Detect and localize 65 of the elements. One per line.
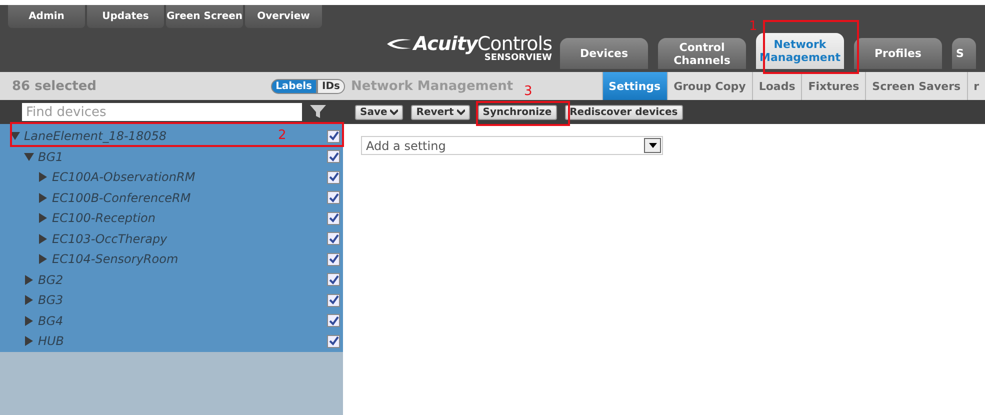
section-title: Network Management [351, 78, 514, 94]
filter-icon[interactable] [310, 105, 326, 119]
checkbox[interactable] [327, 252, 340, 266]
sub-tab[interactable]: Settings [602, 72, 667, 100]
top-nav-tab[interactable]: Admin [8, 5, 85, 28]
expand-arrow-icon[interactable] [38, 234, 48, 244]
top-nav-tab[interactable]: Updates [87, 5, 164, 28]
sub-tab[interactable]: Loads [752, 72, 802, 100]
search-field[interactable]: Find devices [22, 103, 302, 121]
tree-item[interactable]: EC100-Reception [52, 211, 156, 226]
main-tab[interactable]: Control Channels [658, 38, 746, 69]
expand-arrow-icon[interactable] [38, 192, 48, 203]
checkbox[interactable] [327, 232, 340, 246]
expand-arrow-icon[interactable] [38, 172, 48, 182]
expand-arrow-icon[interactable] [24, 152, 34, 162]
checkbox[interactable] [327, 314, 340, 328]
sub-tab[interactable]: Group Copy [666, 72, 752, 100]
checkbox[interactable] [327, 212, 340, 225]
main-tab[interactable]: Devices [560, 38, 648, 69]
tree-item[interactable]: BG3 [38, 293, 64, 308]
checkbox[interactable] [327, 130, 340, 143]
checkbox[interactable] [327, 294, 340, 307]
top-nav-tab[interactable]: Overview [245, 5, 322, 28]
expand-arrow-icon[interactable] [24, 295, 34, 306]
tree-item[interactable]: BG2 [38, 272, 64, 287]
sub-tab[interactable]: Fixtures [801, 72, 866, 100]
tree-item[interactable]: HUB [38, 334, 64, 348]
toolbar-button[interactable]: Rediscover devices [564, 104, 683, 120]
sub-tab[interactable]: r [966, 72, 985, 100]
toolbar-button[interactable]: Save [355, 104, 404, 120]
tree-item[interactable]: LaneElement_18-18058 [24, 129, 166, 144]
sub-tab[interactable]: Screen Savers [865, 72, 967, 100]
tree-item[interactable]: EC103-OccTherapy [52, 232, 168, 246]
expand-arrow-icon[interactable] [38, 213, 48, 224]
expand-arrow-icon[interactable] [24, 316, 34, 326]
swoosh-icon [386, 37, 412, 51]
expand-arrow-icon[interactable] [24, 336, 34, 346]
chevron-down-icon [390, 109, 398, 115]
product-name: SENSORVIEW [484, 53, 552, 63]
checkbox[interactable] [327, 273, 340, 286]
annotation-number: 2 [278, 128, 286, 143]
checkbox[interactable] [327, 191, 340, 204]
tree-item[interactable]: BG4 [38, 314, 64, 328]
toolbar-button[interactable]: Revert [411, 104, 470, 120]
top-nav-tab[interactable]: Green Screen [166, 5, 243, 28]
expand-arrow-icon[interactable] [38, 254, 48, 264]
annotation-number: 3 [524, 84, 532, 99]
expand-arrow-icon[interactable] [24, 274, 34, 285]
chevron-down-icon [456, 109, 465, 115]
expand-arrow-icon[interactable] [10, 131, 20, 142]
annotation-number: 1 [749, 19, 758, 34]
tree-item[interactable]: EC104-SensoryRoom [52, 252, 178, 266]
tree-item[interactable]: EC100A-ObservationRM [52, 170, 196, 184]
view-toggle[interactable]: Labels [270, 78, 318, 94]
tree-item[interactable]: EC100B-ConferenceRM [52, 190, 191, 205]
checkbox[interactable] [327, 334, 340, 348]
toolbar-button[interactable]: Synchronize [478, 104, 557, 120]
main-tab[interactable]: Profiles [854, 38, 942, 69]
tree-item[interactable]: BG1 [38, 150, 64, 164]
checkbox[interactable] [327, 170, 340, 184]
selection-count: 86 selected [12, 78, 96, 94]
setting-dropdown[interactable]: Add a setting [361, 136, 663, 155]
main-tab[interactable]: S [952, 38, 976, 69]
view-toggle[interactable]: IDs [317, 78, 345, 94]
checkbox[interactable] [327, 150, 340, 164]
